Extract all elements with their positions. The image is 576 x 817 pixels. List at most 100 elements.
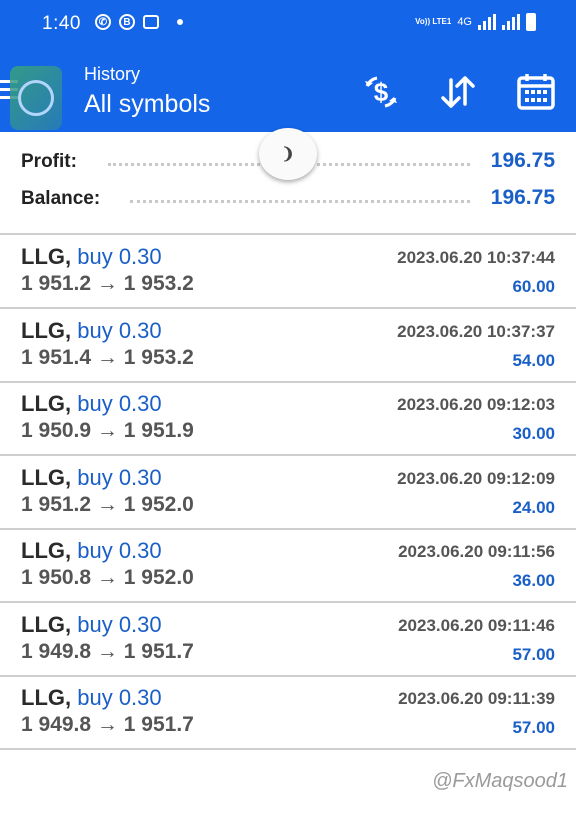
trade-type: buy 0.30 [77, 685, 162, 710]
trade-type: buy 0.30 [77, 465, 162, 490]
trade-symbol: LLG, [21, 612, 72, 637]
close-price: 1 952.0 [123, 566, 194, 589]
volte-icon: Vo)) LTE1 [415, 17, 452, 26]
arrow-icon: → [96, 713, 118, 736]
business-icon: B [119, 14, 135, 30]
trade-time: 2023.06.20 09:11:56 [398, 542, 555, 561]
arrow-icon: → [96, 419, 118, 442]
trade-title: LLG, buy 0.30 [21, 244, 162, 270]
trade-profit: 36.00 [512, 571, 555, 590]
profit-label: Profit: [21, 151, 77, 172]
trade-symbol: LLG, [21, 244, 72, 269]
arrow-icon: → [96, 566, 118, 589]
trade-title: LLG, buy 0.30 [21, 465, 162, 491]
divider [0, 748, 576, 750]
trade-time: 2023.06.20 09:11:39 [398, 689, 555, 708]
open-price: 1 949.8 [21, 713, 92, 736]
open-price: 1 950.9 [21, 419, 92, 442]
trade-row[interactable]: LLG, buy 0.30 1 949.8 → 1 951.7 2023.06.20… [0, 676, 576, 749]
trade-time: 2023.06.20 10:37:44 [397, 248, 555, 267]
network-type: 4G [457, 16, 472, 28]
trade-title: LLG, buy 0.30 [21, 612, 162, 638]
notification-icons: ✆ B [95, 14, 183, 30]
trade-symbol: LLG, [21, 391, 72, 416]
system-icons: Vo)) LTE1 4G [415, 13, 536, 31]
trade-title: LLG, buy 0.30 [21, 318, 162, 344]
trade-time: 2023.06.20 09:11:46 [398, 616, 555, 635]
signal-icon-1 [478, 14, 496, 30]
trade-symbol: LLG, [21, 465, 72, 490]
sort-icon[interactable] [438, 72, 478, 112]
currency-exchange-icon[interactable]: $ [361, 72, 401, 112]
trade-profit: 54.00 [512, 351, 555, 370]
trade-type: buy 0.30 [77, 612, 162, 637]
trade-time: 2023.06.20 10:37:37 [397, 322, 555, 341]
trade-prices: 1 951.2 → 1 953.2 [21, 272, 194, 296]
trade-row[interactable]: LLG, buy 0.30 1 951.4 → 1 953.2 2023.06.20… [0, 309, 576, 382]
svg-text:$: $ [374, 77, 389, 107]
app-logo-icon [10, 66, 62, 130]
trade-row[interactable]: LLG, buy 0.30 1 950.9 → 1 951.9 2023.06.20… [0, 382, 576, 455]
balance-row: Balance: 196.75 [0, 182, 576, 218]
signal-icon-2 [502, 14, 520, 30]
close-price: 1 953.2 [123, 272, 194, 295]
trade-profit: 57.00 [512, 718, 555, 737]
trade-row[interactable]: LLG, buy 0.30 1 951.2 → 1 953.2 2023.06.20… [0, 235, 576, 308]
close-price: 1 951.9 [123, 419, 194, 442]
trade-profit: 24.00 [512, 498, 555, 517]
trade-row[interactable]: LLG, buy 0.30 1 950.8 → 1 952.0 2023.06.20… [0, 529, 576, 602]
trade-type: buy 0.30 [77, 391, 162, 416]
status-time: 1:40 [42, 13, 81, 34]
scroll-knob[interactable]: ❩ [259, 128, 317, 180]
more-notifications-icon [177, 19, 183, 25]
trade-symbol: LLG, [21, 318, 72, 343]
divider-dots [130, 200, 470, 203]
trade-type: buy 0.30 [77, 538, 162, 563]
trade-type: buy 0.30 [77, 244, 162, 269]
trade-prices: 1 951.2 → 1 952.0 [21, 493, 194, 517]
arrow-icon: → [96, 346, 118, 369]
close-price: 1 951.7 [123, 713, 194, 736]
screen-subtitle: History [84, 64, 141, 84]
open-price: 1 951.2 [21, 272, 92, 295]
trade-row[interactable]: LLG, buy 0.30 1 949.8 → 1 951.7 2023.06.20… [0, 603, 576, 676]
calendar-icon[interactable] [516, 72, 556, 112]
trade-title: LLG, buy 0.30 [21, 391, 162, 417]
watermark: @FxMaqsood1 [432, 770, 568, 792]
trade-time: 2023.06.20 09:12:09 [397, 469, 555, 488]
close-price: 1 953.2 [123, 346, 194, 369]
trade-prices: 1 949.8 → 1 951.7 [21, 713, 194, 737]
close-price: 1 951.7 [123, 640, 194, 663]
app-bar: History All symbols $ [0, 50, 576, 132]
status-bar: 1:40 ✆ B Vo)) LTE1 4G [0, 0, 576, 50]
balance-label: Balance: [21, 188, 101, 209]
trade-profit: 30.00 [512, 424, 555, 443]
gallery-icon [143, 15, 159, 29]
trade-prices: 1 949.8 → 1 951.7 [21, 640, 194, 664]
trade-profit: 60.00 [512, 277, 555, 296]
close-price: 1 952.0 [123, 493, 194, 516]
battery-icon [526, 13, 536, 31]
trade-row[interactable]: LLG, buy 0.30 1 951.2 → 1 952.0 2023.06.20… [0, 456, 576, 529]
arrow-icon: → [96, 640, 118, 663]
arrow-icon: → [96, 272, 118, 295]
trade-prices: 1 950.9 → 1 951.9 [21, 419, 194, 443]
whatsapp-icon: ✆ [95, 14, 111, 30]
arrow-icon: → [96, 493, 118, 516]
open-price: 1 950.8 [21, 566, 92, 589]
balance-value: 196.75 [490, 186, 555, 209]
trade-prices: 1 951.4 → 1 953.2 [21, 346, 194, 370]
trade-prices: 1 950.8 → 1 952.0 [21, 566, 194, 590]
trade-type: buy 0.30 [77, 318, 162, 343]
trade-time: 2023.06.20 09:12:03 [397, 395, 555, 414]
open-price: 1 951.2 [21, 493, 92, 516]
profit-value: 196.75 [490, 149, 555, 172]
trade-profit: 57.00 [512, 645, 555, 664]
trade-title: LLG, buy 0.30 [21, 538, 162, 564]
trade-title: LLG, buy 0.30 [21, 685, 162, 711]
trade-symbol: LLG, [21, 685, 72, 710]
trade-symbol: LLG, [21, 538, 72, 563]
open-price: 1 951.4 [21, 346, 92, 369]
open-price: 1 949.8 [21, 640, 92, 663]
screen-title[interactable]: All symbols [84, 90, 210, 119]
